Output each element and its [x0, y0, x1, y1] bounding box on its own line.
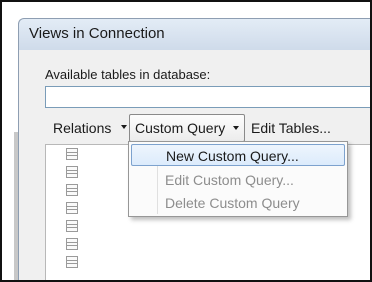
relations-button[interactable]: Relations — [53, 120, 111, 136]
table-icon — [66, 256, 78, 268]
table-icon — [66, 220, 78, 232]
menu-item-label: New Custom Query... — [166, 148, 299, 164]
custom-query-label: Custom Query — [135, 120, 226, 136]
database-field[interactable] — [45, 86, 370, 108]
custom-query-button[interactable]: Custom Query — [129, 114, 245, 142]
window-title: Views in Connection — [29, 25, 165, 42]
table-icon — [66, 238, 78, 250]
screenshot-frame: Views in Connection Available tables in … — [0, 0, 372, 282]
custom-query-dropdown-arrow-icon — [233, 126, 239, 130]
table-icon — [66, 202, 78, 214]
menu-item-label: Delete Custom Query — [165, 195, 300, 211]
table-icon — [66, 166, 78, 178]
available-tables-label: Available tables in database: — [45, 67, 211, 82]
table-icon — [66, 148, 78, 160]
relations-dropdown-arrow-icon[interactable] — [121, 125, 127, 129]
table-icon — [66, 184, 78, 196]
menu-item-label: Edit Custom Query... — [165, 172, 294, 188]
custom-query-menu: New Custom Query... Edit Custom Query...… — [128, 141, 348, 217]
menu-item-new-custom-query[interactable]: New Custom Query... — [131, 144, 345, 166]
window-titlebar[interactable]: Views in Connection — [18, 18, 370, 50]
edit-tables-button[interactable]: Edit Tables... — [251, 120, 331, 136]
menu-item-edit-custom-query[interactable]: Edit Custom Query... — [131, 169, 345, 191]
menu-item-delete-custom-query[interactable]: Delete Custom Query — [131, 192, 345, 214]
